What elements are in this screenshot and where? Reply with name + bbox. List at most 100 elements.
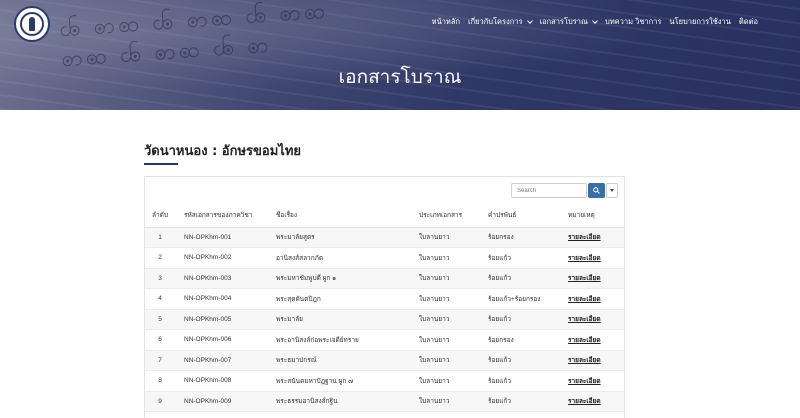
table-cell: ร้อยแก้ว: [488, 247, 568, 269]
table-toolbar: [145, 177, 624, 204]
column-header[interactable]: ชื่อเรื่อง: [276, 204, 419, 228]
table-cell: รายละเอียด: [568, 268, 624, 289]
table-cell: รายละเอียด: [568, 350, 624, 371]
nav-home[interactable]: หน้าหลัก: [432, 16, 460, 28]
table-cell: ร้อยแก้ว+ร้อยกรอง: [488, 288, 568, 310]
page-title: เอกสารโบราณ: [338, 66, 462, 88]
search-button[interactable]: [588, 183, 605, 198]
table-row: 9 NN-OPKhm-009 พระธรรมอานิสงส์กฐิน ใบลานยาว…: [145, 391, 624, 412]
detail-link[interactable]: รายละเอียด: [568, 337, 601, 344]
table-row: 2 NN-OPKhm-002 อานิสงส์สลากภัต ใบลานยาว ร้อย…: [145, 247, 624, 269]
table-row: 8 NN-OPKhm-008 พระสนันตมหาปัฏฐาน ผูก ๗ใบลา…: [145, 370, 624, 392]
table-cell: ใบลานยาว: [419, 391, 488, 412]
documents-table-card: ลำดับ รหัสเอกสารของภาควิชา ชื่อเรื่อง ปร…: [144, 176, 625, 418]
table-row: 7 NN-OPKhm-007 พระธมาปกรณ์ ใบลานยาว ร้อยแก้ว…: [145, 350, 624, 371]
table-cell: NN-OPKhm-005: [175, 309, 276, 330]
nav-about[interactable]: เกี่ยวกับโครงการ: [468, 16, 533, 28]
table-cell: ร้อยแก้ว: [488, 350, 568, 371]
section-title: วัดนาหนอง : อักษรขอมไทย: [144, 144, 302, 159]
table-cell: พระธรรมอานิสงส์กฐิน: [276, 391, 419, 412]
table-cell: พระมหาชัมพูบดี ผูก ๑: [276, 268, 419, 289]
chevron-down-icon: [592, 17, 598, 24]
documents-table: ลำดับ รหัสเอกสารของภาควิชา ชื่อเรื่อง ปร…: [145, 204, 624, 412]
table-cell: NN-OPKhm-003: [175, 268, 276, 289]
table-cell: รายละเอียด: [568, 329, 624, 351]
hero-banner: ꧾ ꩦꩧ ꧾ ꩦꩧ ꧾ ꩦꩧ ꩦꩧ ꧾ ꩦꩧ ꧾ ꩦ หน้าหลัก เกี่ย…: [0, 0, 800, 110]
table-cell: NN-OPKhm-001: [175, 227, 276, 248]
table-cell: 8: [145, 370, 175, 392]
table-cell: อานิสงส์สลากภัต: [276, 247, 419, 269]
nav-contact[interactable]: ติดต่อ: [739, 16, 758, 28]
detail-link[interactable]: รายละเอียด: [568, 234, 601, 241]
table-cell: ร้อยแก้ว: [488, 391, 568, 412]
table-header-row: ลำดับ รหัสเอกสารของภาควิชา ชื่อเรื่อง ปร…: [145, 204, 624, 228]
table-row: 3 NN-OPKhm-003 พระมหาชัมพูบดี ผูก ๑ใบลานยา…: [145, 268, 624, 289]
column-header[interactable]: ลำดับ: [145, 204, 175, 228]
detail-link[interactable]: รายละเอียด: [568, 316, 601, 323]
table-cell: NN-OPKhm-008: [175, 370, 276, 392]
detail-link[interactable]: รายละเอียด: [568, 398, 601, 405]
table-cell: ใบลานยาว: [419, 227, 488, 248]
table-cell: ใบลานยาว: [419, 268, 488, 289]
table-cell: 4: [145, 288, 175, 310]
table-cell: NN-OPKhm-009: [175, 391, 276, 412]
search-icon: [593, 187, 600, 194]
column-header[interactable]: คำปรพันธ์: [488, 204, 568, 228]
table-cell: ใบลานยาว: [419, 370, 488, 392]
table-cell: พระอานิสงส์ก่อพระเจดีย์ทราย: [276, 329, 419, 351]
chevron-down-icon: [526, 17, 533, 24]
table-cell: พระธมาปกรณ์: [276, 350, 419, 371]
site-logo[interactable]: [14, 6, 50, 42]
table-cell: รายละเอียด: [568, 370, 624, 392]
table-row: 6 NN-OPKhm-006 พระอานิสงส์ก่อพระเจดีย์ทราย…: [145, 329, 624, 351]
table-row: 4 NN-OPKhm-004 พระสุตตันตปิฎก ใบลานยาว ร้อยแ…: [145, 288, 624, 310]
table-cell: 1: [145, 227, 175, 248]
column-header[interactable]: รหัสเอกสารของภาควิชา: [175, 204, 276, 228]
table-cell: ใบลานยาว: [419, 247, 488, 269]
table-cell: 6: [145, 329, 175, 351]
table-cell: พระมาลัย: [276, 309, 419, 330]
table-cell: 5: [145, 309, 175, 330]
table-cell: NN-OPKhm-006: [175, 329, 276, 351]
table-cell: รายละเอียด: [568, 247, 624, 269]
detail-link[interactable]: รายละเอียด: [568, 296, 601, 303]
table-cell: 2: [145, 247, 175, 269]
table-row: 5 NN-OPKhm-005 พระมาลัย ใบลานยาว ร้อยแก้ว ราย…: [145, 309, 624, 330]
nav-articles[interactable]: บทความ วิชาการ: [605, 16, 661, 28]
table-cell: ใบลานยาว: [419, 309, 488, 330]
table-cell: NN-OPKhm-004: [175, 288, 276, 310]
table-cell: 9: [145, 391, 175, 412]
table-cell: รายละเอียด: [568, 227, 624, 248]
table-cell: ร้อยแก้ว: [488, 370, 568, 392]
logo-emblem-icon: [20, 12, 44, 36]
column-header[interactable]: หมายเหตุ: [568, 204, 624, 228]
columns-dropdown-button[interactable]: [606, 183, 618, 198]
table-cell: พระมาลัยสูตร: [276, 227, 419, 248]
table-cell: ใบลานยาว: [419, 288, 488, 310]
main-nav: หน้าหลัก เกี่ยวกับโครงการ เอกสารโบราณ บท…: [432, 16, 758, 28]
table-cell: พระสนันตมหาปัฏฐาน ผูก ๗: [276, 370, 419, 392]
table-cell: รายละเอียด: [568, 391, 624, 412]
table-cell: ใบลานยาว: [419, 350, 488, 371]
table-cell: NN-OPKhm-007: [175, 350, 276, 371]
table-cell: รายละเอียด: [568, 288, 624, 310]
nav-policy[interactable]: นโยบายการใช้งาน: [669, 16, 730, 28]
table-cell: ร้อยกรอง: [488, 329, 568, 351]
table-cell: ร้อยแก้ว: [488, 268, 568, 289]
table-cell: พระสุตตันตปิฎก: [276, 288, 419, 310]
table-cell: ร้อยกรอง: [488, 227, 568, 248]
detail-link[interactable]: รายละเอียด: [568, 275, 601, 282]
detail-link[interactable]: รายละเอียด: [568, 378, 601, 385]
detail-link[interactable]: รายละเอียด: [568, 357, 601, 364]
table-cell: 3: [145, 268, 175, 289]
caret-down-icon: [610, 189, 614, 192]
table-cell: NN-OPKhm-002: [175, 247, 276, 269]
table-cell: รายละเอียด: [568, 309, 624, 330]
detail-link[interactable]: รายละเอียด: [568, 255, 601, 262]
table-cell: 7: [145, 350, 175, 371]
column-header[interactable]: ประเภทเอกสาร: [419, 204, 488, 228]
table-cell: ใบลานยาว: [419, 329, 488, 351]
nav-documents[interactable]: เอกสารโบราณ: [540, 16, 598, 28]
title-underline: [144, 163, 178, 165]
search-input[interactable]: [511, 183, 587, 198]
